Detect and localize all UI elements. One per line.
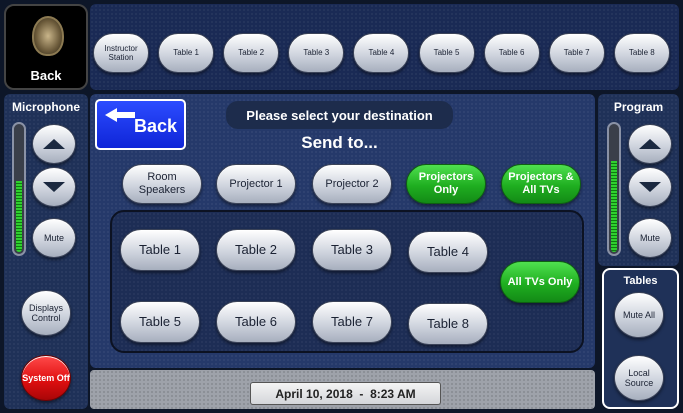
tab-table-4[interactable]: Table 4	[353, 33, 410, 73]
microphone-title: Microphone	[12, 100, 80, 114]
table-4-button[interactable]: Table 4	[408, 231, 488, 273]
tab-instructor-station[interactable]: Instructor Station	[93, 33, 149, 73]
microphone-level-fill	[16, 180, 22, 252]
program-volume-up-button[interactable]	[628, 124, 672, 164]
program-title: Program	[613, 100, 664, 114]
table-1-button[interactable]: Table 1	[120, 229, 200, 271]
arrow-down-icon	[639, 182, 661, 192]
university-seal-icon	[32, 16, 64, 56]
destination-room-speakers[interactable]: Room Speakers	[122, 164, 202, 204]
date-time-display: April 10, 2018 - 8:23 AM	[250, 382, 441, 405]
arrow-up-icon	[639, 139, 661, 149]
program-level-meter	[607, 122, 621, 256]
local-source-button[interactable]: Local Source	[614, 355, 664, 401]
table-3-button[interactable]: Table 3	[312, 229, 392, 271]
main-back-label: Back	[134, 116, 178, 136]
send-to-heading: Send to...	[301, 133, 378, 152]
table-5-button[interactable]: Table 5	[120, 301, 200, 343]
tab-table-7[interactable]: Table 7	[548, 33, 605, 73]
program-level-fill	[611, 161, 617, 252]
system-off-button[interactable]: System Off	[21, 355, 71, 401]
table-8-button[interactable]: Table 8	[408, 303, 488, 345]
destination-prompt: Please select your destination	[226, 101, 453, 129]
destination-projector-1[interactable]: Projector 1	[216, 164, 296, 204]
microphone-mute-button[interactable]: Mute	[32, 218, 76, 258]
tab-table-2[interactable]: Table 2	[223, 33, 280, 73]
logo-back-button[interactable]: Back	[4, 4, 88, 90]
destination-projector-2[interactable]: Projector 2	[312, 164, 392, 204]
tab-table-3[interactable]: Table 3	[288, 33, 345, 73]
tab-table-1[interactable]: Table 1	[158, 33, 215, 73]
back-arrow-icon	[105, 108, 135, 122]
mute-all-button[interactable]: Mute All	[614, 292, 664, 338]
logo-back-label: Back	[30, 68, 62, 83]
all-tvs-only-button[interactable]: All TVs Only	[500, 261, 580, 303]
tab-table-8[interactable]: Table 8	[613, 33, 670, 73]
table-7-button[interactable]: Table 7	[312, 301, 392, 343]
table-2-button[interactable]: Table 2	[216, 229, 296, 271]
arrow-down-icon	[43, 182, 65, 192]
displays-control-button[interactable]: Displays Control	[21, 290, 71, 336]
microphone-level-meter	[12, 122, 26, 256]
tab-table-6[interactable]: Table 6	[483, 33, 540, 73]
destination-projectors-and-all-tvs[interactable]: Projectors & All TVs	[501, 164, 581, 204]
arrow-up-icon	[43, 139, 65, 149]
tables-panel-title: Tables	[623, 275, 658, 287]
main-back-button[interactable]: Back	[95, 99, 186, 150]
destination-projectors-only[interactable]: Projectors Only	[406, 164, 486, 204]
microphone-volume-down-button[interactable]	[32, 167, 76, 207]
program-mute-button[interactable]: Mute	[628, 218, 672, 258]
program-volume-down-button[interactable]	[628, 167, 672, 207]
microphone-volume-up-button[interactable]	[32, 124, 76, 164]
table-6-button[interactable]: Table 6	[216, 301, 296, 343]
tab-table-5[interactable]: Table 5	[418, 33, 475, 73]
